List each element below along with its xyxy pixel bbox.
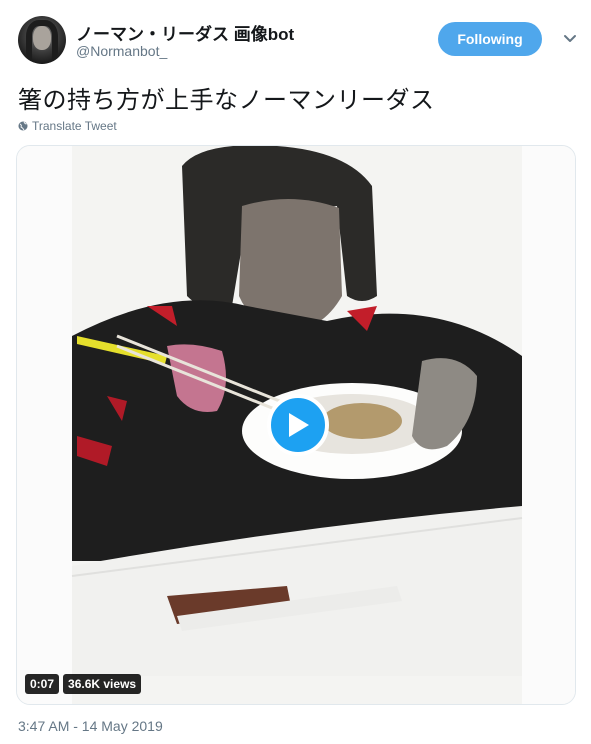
video-badges: 0:07 36.6K views (25, 674, 142, 694)
profile-avatar[interactable] (18, 16, 66, 64)
chevron-down-icon[interactable] (562, 30, 578, 46)
tweet-text: 箸の持ち方が上手なノーマンリーダス (18, 86, 435, 114)
play-button[interactable] (267, 394, 329, 456)
user-handle[interactable]: @Normanbot_ (76, 43, 167, 59)
views-badge: 36.6K views (63, 674, 142, 694)
globe-icon (18, 121, 28, 131)
following-button[interactable]: Following (438, 22, 542, 56)
avatar-face (33, 26, 51, 50)
translate-tweet-link[interactable]: Translate Tweet (18, 119, 117, 133)
tweet-header: ノーマン・リーダス 画像bot @Normanbot_ Following (18, 16, 578, 66)
display-name[interactable]: ノーマン・リーダス 画像bot (76, 20, 294, 45)
play-icon (289, 413, 309, 437)
duration-badge: 0:07 (25, 674, 60, 694)
video-player[interactable]: 0:07 36.6K views (16, 145, 576, 705)
translate-label: Translate Tweet (32, 119, 117, 133)
tweet-timestamp[interactable]: 3:47 AM - 14 May 2019 (18, 718, 163, 734)
